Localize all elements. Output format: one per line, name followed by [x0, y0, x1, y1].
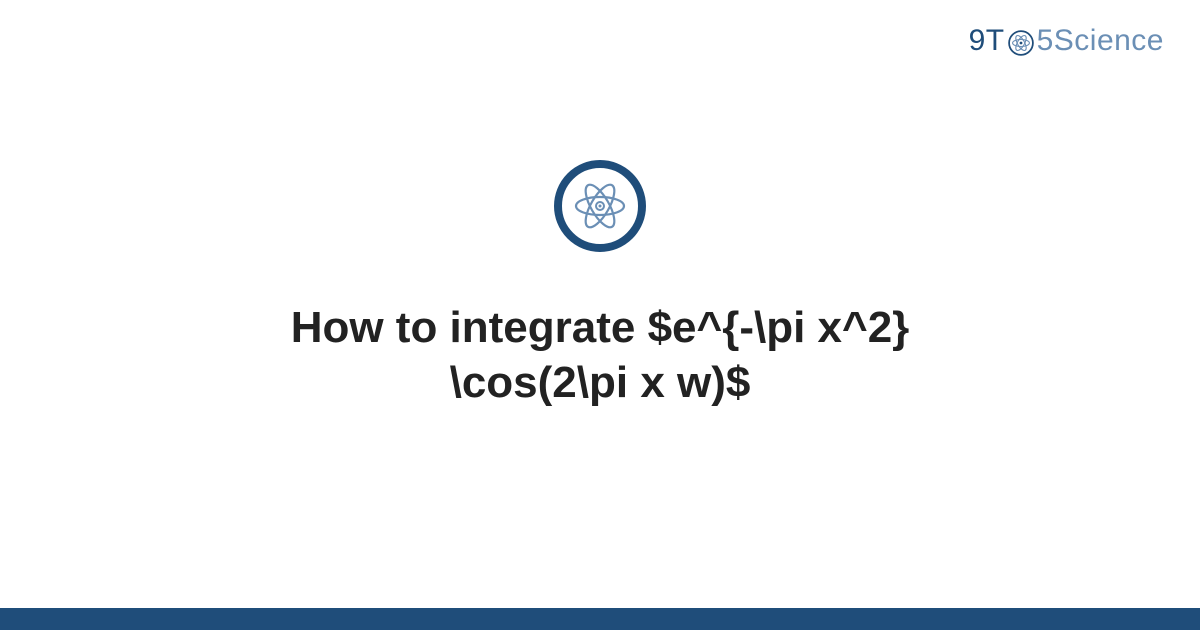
main-content: How to integrate $e^{-\pi x^2} \cos(2\pi…	[0, 0, 1200, 630]
page-title: How to integrate $e^{-\pi x^2} \cos(2\pi…	[291, 300, 910, 410]
footer-accent-bar	[0, 608, 1200, 630]
atom-icon	[554, 160, 646, 252]
title-line-2: \cos(2\pi x w)$	[450, 358, 751, 407]
title-line-1: How to integrate $e^{-\pi x^2}	[291, 303, 910, 352]
